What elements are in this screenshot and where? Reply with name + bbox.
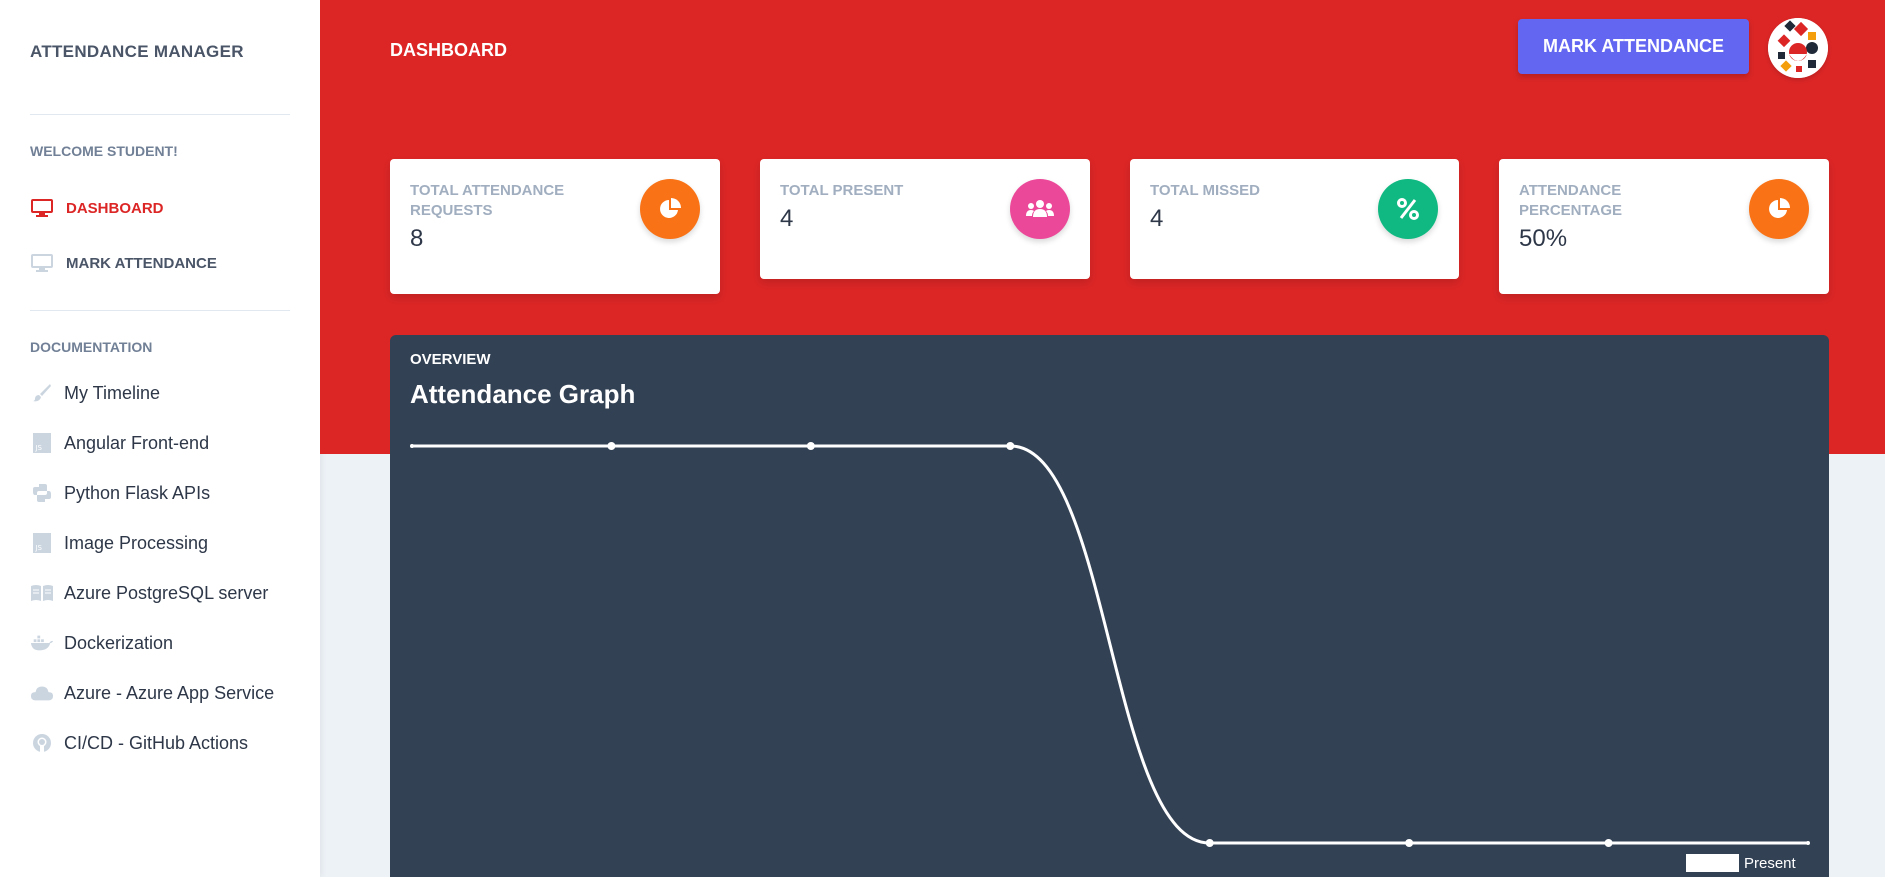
doc-item-label: Dockerization	[64, 632, 174, 653]
doc-item-image-processing[interactable]: JS Image Processing	[30, 528, 208, 558]
data-point[interactable]	[1405, 839, 1414, 847]
monitor-icon	[30, 254, 54, 272]
welcome-heading: WELCOME STUDENT!	[30, 143, 178, 159]
data-point[interactable]	[607, 442, 616, 450]
js-file-icon: JS	[30, 433, 54, 453]
avatar[interactable]	[1768, 18, 1828, 78]
data-point[interactable]	[806, 442, 815, 450]
docker-icon	[30, 633, 54, 653]
data-point[interactable]	[1806, 841, 1810, 845]
python-icon	[30, 483, 54, 503]
stat-label: TOTAL MISSED	[1150, 182, 1261, 199]
doc-item-azure-app-service[interactable]: Azure - Azure App Service	[30, 678, 274, 708]
sidebar-divider	[30, 310, 290, 311]
sidebar: ATTENDANCE MANAGER WELCOME STUDENT! DASH…	[0, 0, 320, 877]
sidebar-item-label: MARK ATTENDANCE	[66, 254, 217, 272]
percent-icon	[1378, 179, 1438, 239]
doc-item-label: Azure - Azure App Service	[64, 682, 275, 703]
legend-label: Present	[1744, 855, 1797, 872]
monitor-icon	[30, 199, 54, 217]
stat-card-total-requests: TOTAL ATTENDANCE REQUESTS 8	[390, 159, 720, 294]
users-icon	[1010, 179, 1070, 239]
doc-item-label: My Timeline	[64, 382, 161, 403]
svg-text:JS: JS	[34, 444, 42, 452]
paint-brush-icon	[30, 383, 54, 403]
js-file-icon: JS	[30, 533, 54, 553]
doc-item-label: Python Flask APIs	[64, 482, 211, 503]
doc-item-azure-postgresql-server[interactable]: Azure PostgreSQL server	[30, 578, 268, 608]
doc-item-label: Image Processing	[64, 532, 209, 553]
stat-label: TOTAL ATTENDANCE REQUESTS	[410, 182, 565, 219]
attendance-graph-panel: OVERVIEW Attendance Graph Present	[390, 335, 1829, 877]
data-point[interactable]	[1604, 839, 1613, 847]
github-icon	[30, 733, 54, 753]
documentation-heading: DOCUMENTATION	[30, 339, 153, 355]
doc-item-python-flask-apis[interactable]: Python Flask APIs	[30, 478, 210, 508]
doc-item-ci-cd-github-actions[interactable]: CI/CD - GitHub Actions	[30, 728, 248, 758]
data-point[interactable]	[410, 444, 414, 448]
doc-item-angular-front-end[interactable]: JS Angular Front-end	[30, 428, 209, 458]
series-line-present	[412, 444, 1808, 845]
book-icon	[30, 583, 54, 603]
svg-text:JS: JS	[34, 544, 42, 552]
pie-chart-icon	[1749, 179, 1809, 239]
sidebar-item-mark-attendance[interactable]: MARK ATTENDANCE	[30, 248, 217, 278]
doc-item-label: CI/CD - GitHub Actions	[64, 732, 249, 753]
data-point[interactable]	[1205, 839, 1214, 847]
sidebar-item-label: DASHBOARD	[66, 199, 164, 217]
stat-value: 8	[410, 225, 424, 252]
doc-item-label: Angular Front-end	[64, 432, 210, 453]
stat-card-total-present: TOTAL PRESENT 4	[760, 159, 1090, 279]
stat-card-total-missed: TOTAL MISSED 4	[1130, 159, 1459, 279]
stat-value: 50%	[1519, 225, 1568, 252]
stat-value: 4	[780, 205, 794, 232]
stat-label: ATTENDANCE PERCENTAGE	[1519, 182, 1623, 219]
doc-item-dockerization[interactable]: Dockerization	[30, 628, 173, 658]
doc-item-my-timeline[interactable]: My Timeline	[30, 378, 160, 408]
stat-value: 4	[1150, 205, 1164, 232]
brand-title[interactable]: ATTENDANCE MANAGER	[30, 42, 244, 62]
mark-attendance-button[interactable]: MARK ATTENDANCE	[1518, 19, 1749, 74]
pie-chart-icon	[640, 179, 700, 239]
cloud-icon	[30, 683, 54, 703]
page-title[interactable]: DASHBOARD	[390, 40, 507, 61]
doc-item-label: Azure PostgreSQL server	[64, 582, 269, 603]
sidebar-divider	[30, 114, 290, 115]
data-point[interactable]	[1006, 442, 1015, 450]
stat-label: TOTAL PRESENT	[780, 182, 904, 199]
attendance-line-chart: Present	[410, 442, 1810, 872]
sidebar-item-dashboard[interactable]: DASHBOARD	[30, 193, 164, 223]
stat-card-attendance-percentage: ATTENDANCE PERCENTAGE 50%	[1499, 159, 1829, 294]
legend-swatch	[1686, 854, 1739, 872]
